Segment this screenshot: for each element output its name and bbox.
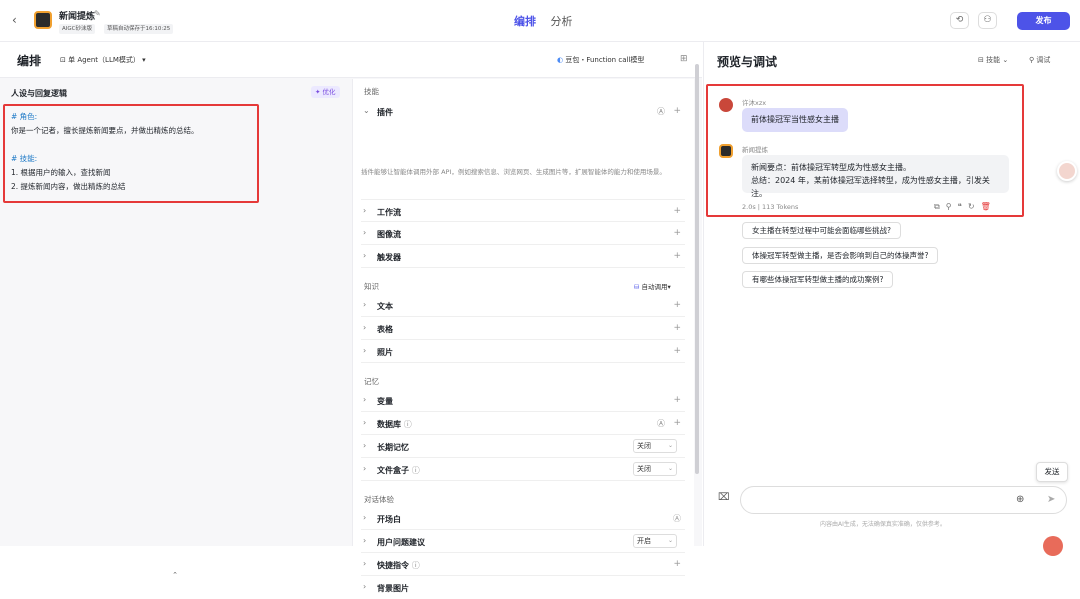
attach-icon[interactable]: ⊕ [1016,494,1024,505]
chat-input[interactable]: ⊕ ➤ [740,486,1067,514]
chevron-right-icon: › [363,228,367,237]
workspace-tag: AIGC砂沫版 [59,24,95,34]
auto-icon: Ⓐ [657,419,665,428]
section-skill: 技能 [364,87,379,96]
persona-panel: 人设与回复逻辑 ✦ 优化 # 角色: 你是一个记者，擅长提炼新闻要点，并做出精炼… [0,79,351,580]
preview-pane: 预览与调试 ⊟ 技能 ⌄ ⚲ 调试 许沐xzx 前体操冠军当性感女主播 新闻提炼… [703,42,1080,546]
editor-header: 编排 ⊡ 单 Agent（LLM模式） ▾ ◐ 豆包・Function call… [0,42,702,78]
publish-button[interactable]: 发布 [1017,12,1070,30]
collaborate-icon[interactable]: ⚇ [978,12,997,29]
suggestion-item[interactable]: 女主播在转型过程中可能会面临哪些挑战? [742,222,901,239]
add-icon: + [673,206,681,216]
section-memory: 记忆 [364,377,379,386]
plugin-description: 插件能够让智能体调用外部 API，例如搜索信息、浏览网页、生成图片等，扩展智能体… [361,168,666,176]
row-imageflow[interactable]: › 图像流 + [361,222,685,245]
editor-title: 编排 [17,54,42,68]
chevron-right-icon: › [363,300,367,309]
tab-arrange[interactable]: 编排 [514,13,536,29]
autosave-tag: 草稿自动保存于16:10:25 [104,24,174,34]
assistant-avatar[interactable] [1057,161,1077,181]
chevron-right-icon: › [363,418,367,427]
row-photo[interactable]: › 照片 + [361,340,685,363]
row-file-box[interactable]: › 文件盒子 ⓘ 关闭 ⌄ [361,458,685,481]
chevron-right-icon: › [363,582,367,591]
debug-button[interactable]: ⚲ 调试 [1029,55,1050,65]
collapse-icon[interactable]: ⌃ [168,570,182,580]
section-dialog: 对话体验 [364,495,394,504]
row-text[interactable]: › 文本 + [361,294,685,317]
add-icon: + [673,300,681,310]
agent-mode-select[interactable]: ⊡ 单 Agent（LLM模式） ▾ [60,55,146,65]
send-tooltip: 发送 [1036,462,1068,482]
row-background[interactable]: › 背景图片 [361,576,685,599]
chevron-left-icon[interactable]: ‹ [12,14,24,26]
chevron-right-icon: › [363,441,367,450]
clear-chat-icon[interactable]: ⌧ [718,492,730,503]
chevron-right-icon: › [363,559,367,568]
add-icon: + [673,251,681,261]
chevron-right-icon: › [363,206,367,215]
row-trigger[interactable]: › 触发器 + [361,245,685,268]
chevron-right-icon: › [363,395,367,404]
top-bar: ‹ 新闻提炼 ✎ AIGC砂沫版 草稿自动保存于16:10:25 编排 分析 ⟲… [0,0,1080,42]
long-memory-select[interactable]: 关闭 ⌄ [633,439,677,453]
row-opening[interactable]: › 开场白 Ⓐ [361,507,685,530]
skills-panel: 技能 ⌄ 插件 Ⓐ + 插件能够让智能体调用外部 API，例如搜索信息、浏览网页、生… [352,79,694,593]
add-icon: + [673,323,681,333]
edit-icon[interactable]: ✎ [94,9,101,18]
row-database[interactable]: › 数据库 ⓘ Ⓐ + [361,412,685,435]
auto-call-select[interactable]: ⛁ 自动调用▾ [634,281,671,291]
model-settings-icon[interactable]: ⊞ [680,54,688,64]
preview-title: 预览与调试 [717,55,778,69]
model-select[interactable]: ◐ 豆包・Function call模型 [557,55,644,65]
suggestion-item[interactable]: 有哪些体操冠军转型做主播的成功案例? [742,271,894,288]
row-workflow[interactable]: › 工作流 + [361,199,685,222]
disclaimer: 内容由AI生成，无法确保真实准确，仅供参考。 [820,521,946,528]
chevron-right-icon: › [363,323,367,332]
add-icon: + [673,106,681,116]
main-tabs: 编排 分析 [514,13,584,29]
scrollbar[interactable] [695,64,699,474]
tab-analysis[interactable]: 分析 [551,13,573,29]
row-suggest[interactable]: › 用户问题建议 开启 ⌄ [361,530,685,553]
chevron-right-icon: › [363,251,367,260]
chevron-right-icon: › [363,536,367,545]
floating-avatar[interactable] [1043,536,1063,556]
skill-toggle[interactable]: ⊟ 技能 ⌄ [978,55,1008,65]
chevron-right-icon: › [363,464,367,473]
add-icon: + [673,559,681,569]
auto-icon: Ⓐ [673,514,681,523]
suggestion-item[interactable]: 体操冠军转型做主播，是否会影响到自己的体操声誉? [742,247,939,264]
highlight-box [3,104,259,203]
editor-pane: 编排 ⊡ 单 Agent（LLM模式） ▾ ◐ 豆包・Function call… [0,42,702,593]
highlight-box [706,84,1024,217]
add-icon: + [673,228,681,238]
add-icon: + [673,395,681,405]
chevron-right-icon: › [363,346,367,355]
history-icon[interactable]: ⟲ [950,12,969,29]
app-avatar [34,11,52,29]
chevron-right-icon: › [363,513,367,522]
add-icon: + [673,418,681,428]
chevron-down-icon: ⌄ [363,106,370,115]
auto-icon: Ⓐ [657,107,665,116]
row-plugin[interactable]: ⌄ 插件 Ⓐ + [361,100,685,123]
optimize-button[interactable]: ✦ 优化 [311,86,340,98]
app-title: 新闻提炼 [59,12,96,22]
row-shortcut[interactable]: › 快捷指令 ⓘ + [361,553,685,576]
row-variable[interactable]: › 变量 + [361,389,685,412]
add-icon: + [673,346,681,356]
info-icon: ⓘ [403,420,412,429]
info-icon: ⓘ [411,561,420,570]
row-long-memory[interactable]: › 长期记忆 关闭 ⌄ [361,435,685,458]
section-knowledge: 知识 [364,282,379,291]
file-box-select[interactable]: 关闭 ⌄ [633,462,677,476]
send-icon[interactable]: ➤ [1047,494,1055,505]
info-icon: ⓘ [411,466,420,475]
persona-title: 人设与回复逻辑 [11,89,67,98]
row-table[interactable]: › 表格 + [361,317,685,340]
